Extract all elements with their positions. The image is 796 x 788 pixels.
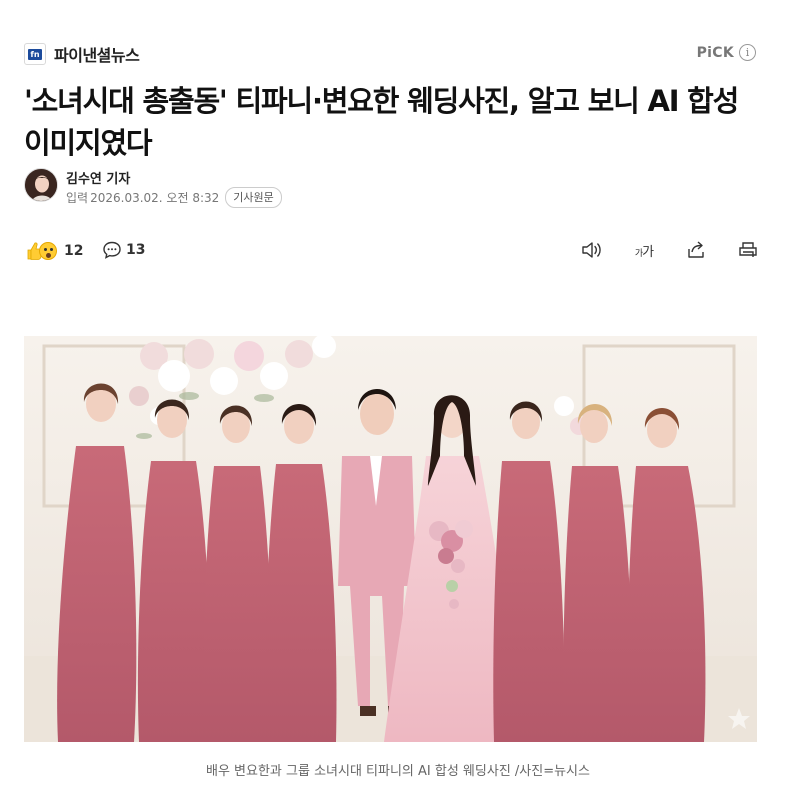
wedding-photo — [24, 336, 757, 742]
article-title: '소녀시대 총출동' 티파니·변요한 웨딩사진, 알고 보니 AI 합성 이미지… — [24, 84, 739, 160]
info-icon[interactable]: i — [739, 44, 756, 61]
article-tools: 가가 — [552, 238, 760, 262]
share-icon — [688, 241, 704, 258]
comment-button[interactable]: 13 — [102, 240, 145, 260]
audio-button[interactable] — [580, 238, 604, 262]
font-size-button[interactable]: 가가 — [632, 238, 656, 262]
date-value: 2026.03.02. 오전 8:32 — [90, 191, 220, 205]
press-logo-text: fn — [28, 48, 42, 60]
article-actions: 12 13 가가 — [24, 238, 760, 266]
pick-label: PiCK — [696, 44, 734, 61]
photo-caption: 배우 변요한과 그룹 소녀시대 티파니의 AI 합성 웨딩사진 /사진=뉴시스 — [206, 764, 590, 779]
speaker-icon — [582, 242, 601, 258]
share-button[interactable] — [684, 238, 708, 262]
author-name[interactable]: 김수연 기자 — [66, 168, 130, 187]
original-article-button[interactable]: 기사원문 — [225, 187, 282, 208]
print-button[interactable] — [736, 238, 760, 262]
article-header-bar: fn 파이낸셜뉴스 PiCK i — [24, 38, 760, 72]
author-avatar[interactable] — [24, 168, 58, 202]
date-label: 입력 — [66, 191, 89, 205]
article-photo[interactable] — [24, 336, 757, 742]
comment-count: 13 — [126, 242, 146, 258]
pick-badge[interactable]: PiCK i — [697, 44, 756, 61]
reaction-button[interactable]: 12 — [26, 240, 83, 262]
surprised-icon — [39, 242, 57, 260]
article-date: 입력 2026.03.02. 오전 8:32 기사원문 — [66, 187, 282, 208]
reaction-count: 12 — [64, 243, 84, 259]
press-link[interactable]: fn 파이낸셜뉴스 — [24, 42, 140, 66]
press-name[interactable]: 파이낸셜뉴스 — [54, 42, 140, 66]
font-size-icon: 가가 — [634, 244, 654, 260]
byline: 김수연 기자 입력 2026.03.02. 오전 8:32 기사원문 — [24, 166, 424, 208]
print-icon — [739, 242, 757, 257]
press-logo: fn — [24, 43, 46, 65]
reaction-icons — [26, 240, 60, 262]
comment-icon — [103, 241, 121, 259]
